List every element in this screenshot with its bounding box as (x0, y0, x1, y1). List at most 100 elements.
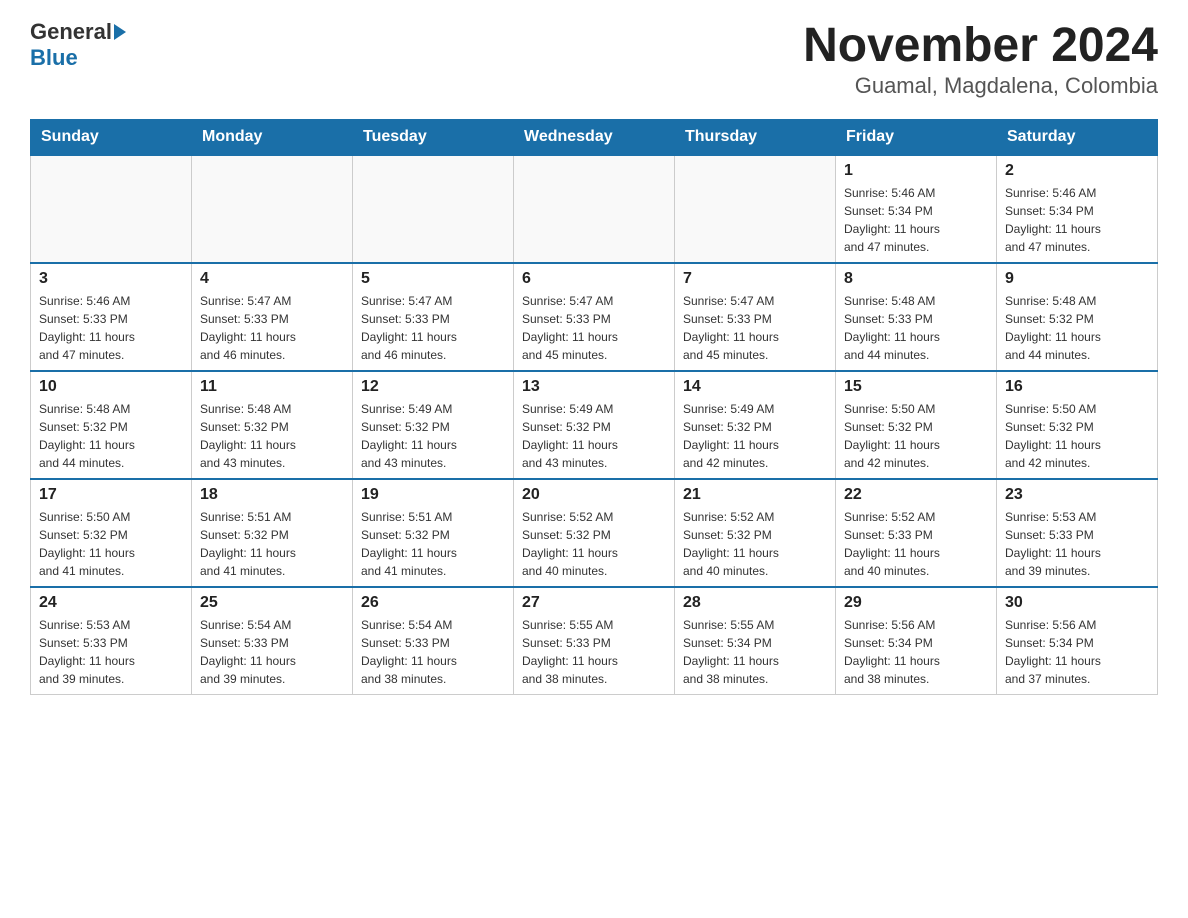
day-number: 27 (522, 594, 666, 612)
calendar-cell (353, 155, 514, 263)
calendar-cell: 5Sunrise: 5:47 AM Sunset: 5:33 PM Daylig… (353, 263, 514, 371)
day-number: 7 (683, 270, 827, 288)
day-number: 14 (683, 378, 827, 396)
calendar-cell: 23 Sunrise: 5:53 AM Sunset: 5:33 PM Dayli… (997, 479, 1158, 587)
day-number: 1 (844, 162, 988, 180)
calendar-cell: 15 Sunrise: 5:50 AM Sunset: 5:32 PM Dayli… (836, 371, 997, 479)
calendar-week-row: 10 Sunrise: 5:48 AM Sunset: 5:32 PM Dayli… (31, 371, 1158, 479)
calendar-cell: 27 Sunrise: 5:55 AM Sunset: 5:33 PM Dayli… (514, 587, 675, 695)
calendar-header-sunday: Sunday (31, 119, 192, 155)
calendar-cell: 10 Sunrise: 5:48 AM Sunset: 5:32 PM Dayli… (31, 371, 192, 479)
day-number: 11 (200, 378, 344, 396)
sun-info: Sunrise: 5:54 AM Sunset: 5:33 PM Dayligh… (200, 616, 344, 688)
sun-info: Sunrise: 5:47 AM Sunset: 5:33 PM Dayligh… (361, 292, 505, 364)
sun-info: Sunrise: 5:54 AM Sunset: 5:33 PM Dayligh… (361, 616, 505, 688)
calendar-week-row: 1 Sunrise: 5:46 AM Sunset: 5:34 PM Daylig… (31, 155, 1158, 263)
calendar-week-row: 17 Sunrise: 5:50 AM Sunset: 5:32 PM Dayli… (31, 479, 1158, 587)
sun-info: Sunrise: 5:47 AM Sunset: 5:33 PM Dayligh… (683, 292, 827, 364)
sun-info: Sunrise: 5:48 AM Sunset: 5:33 PM Dayligh… (844, 292, 988, 364)
calendar-cell (31, 155, 192, 263)
sun-info: Sunrise: 5:52 AM Sunset: 5:33 PM Dayligh… (844, 508, 988, 580)
day-number: 20 (522, 486, 666, 504)
logo-general: General (30, 20, 112, 44)
calendar-cell: 9Sunrise: 5:48 AM Sunset: 5:32 PM Daylig… (997, 263, 1158, 371)
calendar-cell: 20 Sunrise: 5:52 AM Sunset: 5:32 PM Dayli… (514, 479, 675, 587)
day-number: 10 (39, 378, 183, 396)
sun-info: Sunrise: 5:48 AM Sunset: 5:32 PM Dayligh… (1005, 292, 1149, 364)
calendar-cell: 29Sunrise: 5:56 AM Sunset: 5:34 PM Dayli… (836, 587, 997, 695)
day-number: 25 (200, 594, 344, 612)
calendar-cell: 19 Sunrise: 5:51 AM Sunset: 5:32 PM Dayli… (353, 479, 514, 587)
calendar-header-thursday: Thursday (675, 119, 836, 155)
day-number: 2 (1005, 162, 1149, 180)
day-number: 17 (39, 486, 183, 504)
logo-arrow-icon (114, 24, 126, 40)
sun-info: Sunrise: 5:48 AM Sunset: 5:32 PM Dayligh… (39, 400, 183, 472)
sun-info: Sunrise: 5:52 AM Sunset: 5:32 PM Dayligh… (683, 508, 827, 580)
calendar-week-row: 3 Sunrise: 5:46 AM Sunset: 5:33 PM Daylig… (31, 263, 1158, 371)
calendar-cell: 21 Sunrise: 5:52 AM Sunset: 5:32 PM Dayli… (675, 479, 836, 587)
day-number: 6 (522, 270, 666, 288)
calendar-cell: 16 Sunrise: 5:50 AM Sunset: 5:32 PM Dayli… (997, 371, 1158, 479)
sun-info: Sunrise: 5:56 AM Sunset: 5:34 PM Dayligh… (1005, 616, 1149, 688)
day-number: 12 (361, 378, 505, 396)
calendar-cell: 8 Sunrise: 5:48 AM Sunset: 5:33 PM Daylig… (836, 263, 997, 371)
sun-info: Sunrise: 5:50 AM Sunset: 5:32 PM Dayligh… (844, 400, 988, 472)
calendar-table: SundayMondayTuesdayWednesdayThursdayFrid… (30, 119, 1158, 695)
sun-info: Sunrise: 5:51 AM Sunset: 5:32 PM Dayligh… (361, 508, 505, 580)
day-number: 28 (683, 594, 827, 612)
calendar-cell: 22 Sunrise: 5:52 AM Sunset: 5:33 PM Dayli… (836, 479, 997, 587)
calendar-cell: 24Sunrise: 5:53 AM Sunset: 5:33 PM Dayli… (31, 587, 192, 695)
page-header: General Blue November 2024 Guamal, Magda… (30, 20, 1158, 99)
sun-info: Sunrise: 5:46 AM Sunset: 5:34 PM Dayligh… (844, 184, 988, 256)
calendar-cell: 3 Sunrise: 5:46 AM Sunset: 5:33 PM Daylig… (31, 263, 192, 371)
calendar-title: November 2024 (803, 20, 1158, 73)
calendar-cell: 26 Sunrise: 5:54 AM Sunset: 5:33 PM Dayli… (353, 587, 514, 695)
day-number: 29 (844, 594, 988, 612)
day-number: 3 (39, 270, 183, 288)
calendar-cell: 18Sunrise: 5:51 AM Sunset: 5:32 PM Dayli… (192, 479, 353, 587)
sun-info: Sunrise: 5:49 AM Sunset: 5:32 PM Dayligh… (683, 400, 827, 472)
sun-info: Sunrise: 5:49 AM Sunset: 5:32 PM Dayligh… (522, 400, 666, 472)
calendar-cell: 28Sunrise: 5:55 AM Sunset: 5:34 PM Dayli… (675, 587, 836, 695)
sun-info: Sunrise: 5:55 AM Sunset: 5:33 PM Dayligh… (522, 616, 666, 688)
calendar-cell: 30 Sunrise: 5:56 AM Sunset: 5:34 PM Dayli… (997, 587, 1158, 695)
day-number: 24 (39, 594, 183, 612)
day-number: 30 (1005, 594, 1149, 612)
calendar-cell (675, 155, 836, 263)
day-number: 4 (200, 270, 344, 288)
calendar-header-saturday: Saturday (997, 119, 1158, 155)
calendar-cell: 11Sunrise: 5:48 AM Sunset: 5:32 PM Dayli… (192, 371, 353, 479)
sun-info: Sunrise: 5:50 AM Sunset: 5:32 PM Dayligh… (1005, 400, 1149, 472)
sun-info: Sunrise: 5:51 AM Sunset: 5:32 PM Dayligh… (200, 508, 344, 580)
day-number: 21 (683, 486, 827, 504)
sun-info: Sunrise: 5:52 AM Sunset: 5:32 PM Dayligh… (522, 508, 666, 580)
sun-info: Sunrise: 5:46 AM Sunset: 5:33 PM Dayligh… (39, 292, 183, 364)
calendar-cell (514, 155, 675, 263)
calendar-cell: 13 Sunrise: 5:49 AM Sunset: 5:32 PM Dayli… (514, 371, 675, 479)
calendar-week-row: 24Sunrise: 5:53 AM Sunset: 5:33 PM Dayli… (31, 587, 1158, 695)
sun-info: Sunrise: 5:53 AM Sunset: 5:33 PM Dayligh… (1005, 508, 1149, 580)
calendar-header-row: SundayMondayTuesdayWednesdayThursdayFrid… (31, 119, 1158, 155)
calendar-subtitle: Guamal, Magdalena, Colombia (803, 73, 1158, 99)
sun-info: Sunrise: 5:50 AM Sunset: 5:32 PM Dayligh… (39, 508, 183, 580)
day-number: 15 (844, 378, 988, 396)
sun-info: Sunrise: 5:47 AM Sunset: 5:33 PM Dayligh… (522, 292, 666, 364)
day-number: 16 (1005, 378, 1149, 396)
day-number: 22 (844, 486, 988, 504)
calendar-header-tuesday: Tuesday (353, 119, 514, 155)
day-number: 8 (844, 270, 988, 288)
calendar-cell: 12 Sunrise: 5:49 AM Sunset: 5:32 PM Dayli… (353, 371, 514, 479)
logo: General Blue (30, 20, 126, 70)
calendar-cell: 14 Sunrise: 5:49 AM Sunset: 5:32 PM Dayli… (675, 371, 836, 479)
day-number: 26 (361, 594, 505, 612)
calendar-cell: 1 Sunrise: 5:46 AM Sunset: 5:34 PM Daylig… (836, 155, 997, 263)
day-number: 19 (361, 486, 505, 504)
day-number: 13 (522, 378, 666, 396)
calendar-cell: 17 Sunrise: 5:50 AM Sunset: 5:32 PM Dayli… (31, 479, 192, 587)
sun-info: Sunrise: 5:49 AM Sunset: 5:32 PM Dayligh… (361, 400, 505, 472)
calendar-cell: 2Sunrise: 5:46 AM Sunset: 5:34 PM Daylig… (997, 155, 1158, 263)
calendar-cell: 7 Sunrise: 5:47 AM Sunset: 5:33 PM Daylig… (675, 263, 836, 371)
logo-blue: Blue (30, 46, 78, 70)
day-number: 23 (1005, 486, 1149, 504)
